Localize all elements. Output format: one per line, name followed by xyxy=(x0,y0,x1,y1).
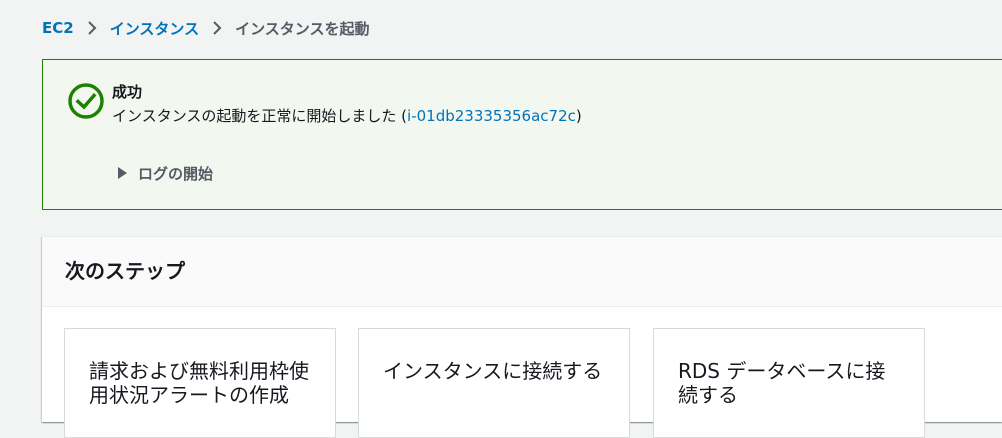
flash-message: インスタンスの起動を正常に開始しました (i-01db23335356ac72c… xyxy=(112,106,582,126)
flash-message-prefix: インスタンスの起動を正常に開始しました ( xyxy=(112,107,408,125)
breadcrumb-ec2-link[interactable]: EC2 xyxy=(42,19,74,37)
breadcrumb-instances-link[interactable]: インスタンス xyxy=(110,18,199,39)
step-card-title: インスタンスに接続する xyxy=(383,359,603,383)
breadcrumb-current: インスタンスを起動 xyxy=(235,19,370,38)
check-circle-icon xyxy=(67,82,105,120)
next-steps-header: 次のステップ xyxy=(42,237,1002,307)
launch-log-label: ログの開始 xyxy=(138,164,214,183)
success-flash: 成功 インスタンスの起動を正常に開始しました (i-01db23335356ac… xyxy=(42,59,1002,210)
step-card-title: 請求および無料利用枠使用状況アラートの作成 xyxy=(89,359,309,407)
breadcrumb: EC2 インスタンス インスタンスを起動 xyxy=(42,16,370,40)
step-card-connect-rds[interactable]: RDS データベースに接続する xyxy=(653,328,925,438)
instance-id-link[interactable]: i-01db23335356ac72c xyxy=(407,107,576,125)
chevron-right-icon xyxy=(74,16,110,40)
next-steps-title: 次のステップ xyxy=(65,259,185,283)
launch-log-toggle[interactable]: ログの開始 xyxy=(118,162,213,184)
step-card-connect-instance[interactable]: インスタンスに接続する xyxy=(358,328,630,438)
flash-title: 成功 xyxy=(112,83,143,101)
chevron-right-icon xyxy=(199,16,235,40)
caret-right-icon xyxy=(118,167,127,179)
next-steps-panel: 次のステップ 請求および無料利用枠使用状況アラートの作成 インスタンスに接続する… xyxy=(42,236,1002,438)
flash-message-suffix: ) xyxy=(575,107,582,125)
step-card-billing-alerts[interactable]: 請求および無料利用枠使用状況アラートの作成 xyxy=(64,328,336,438)
step-card-title: RDS データベースに接続する xyxy=(678,359,886,407)
